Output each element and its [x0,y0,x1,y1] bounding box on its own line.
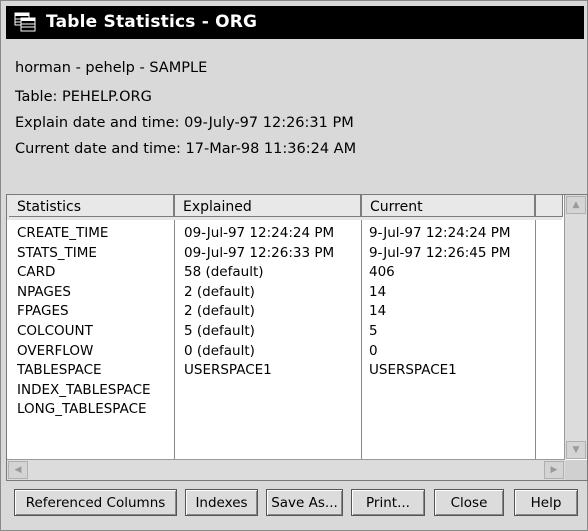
table-icon [14,12,36,32]
table-statistics-window: Table Statistics - ORG horman - pehelp -… [0,0,588,531]
column-header-explained[interactable]: Explained [175,195,362,217]
table-header: Statistics Explained Current [7,195,563,220]
close-button[interactable]: Close [434,489,504,516]
scrollbar-corner [565,460,587,480]
explained-value-cell: 2 (default) [184,303,255,320]
statistic-name-cell: COLCOUNT [17,323,93,339]
explained-value-cell: 58 (default) [184,264,264,281]
statistic-name-cell: TABLESPACE [17,362,102,379]
vertical-scrollbar[interactable]: ▲ ▼ [564,195,587,459]
explained-value-cell: 09-Jul-97 12:26:33 PM [184,244,335,261]
explained-value-cell: USERSPACE1 [184,362,272,379]
column-divider [174,220,175,459]
arrow-up-icon[interactable]: ▲ [566,196,586,214]
save-as-button[interactable]: Save As... [266,489,343,516]
current-value-cell: USERSPACE1 [369,362,457,379]
help-button[interactable]: Help [514,489,578,516]
statistic-name-cell: LONG_TABLESPACE [17,401,147,418]
current-value-cell: 14 [369,283,387,300]
statistic-name-cell: CREATE_TIME [17,225,109,241]
statistic-name-cell: CARD [17,264,56,281]
explained-value-cell: 5 (default) [184,323,255,339]
current-value-cell: 406 [369,264,395,281]
referenced-columns-button[interactable]: Referenced Columns [14,489,177,516]
print-button[interactable]: Print... [351,489,425,516]
column-divider [361,220,362,459]
explained-value-cell: 2 (default) [184,283,255,300]
statistic-name-cell: NPAGES [17,283,71,300]
arrow-left-icon[interactable]: ◀ [8,461,28,479]
table-name-label: Table: PEHELP.ORG [15,89,152,105]
explained-value-cell: 0 (default) [184,342,255,359]
statistic-name-cell: STATS_TIME [17,244,97,261]
title-bar[interactable]: Table Statistics - ORG [6,6,584,39]
horizontal-scrollbar[interactable]: ◀ ▶ [7,459,565,480]
current-value-cell: 9-Jul-97 12:26:45 PM [369,244,511,261]
arrow-down-icon[interactable]: ▼ [566,441,586,459]
explain-time-label: Explain date and time: 09-July-97 12:26:… [15,115,354,131]
explained-value-cell: 09-Jul-97 12:24:24 PM [184,225,335,241]
statistic-name-cell: INDEX_TABLESPACE [17,381,151,398]
current-value-cell: 9-Jul-97 12:24:24 PM [369,225,511,241]
column-header-filler [536,195,563,217]
current-time-label: Current date and time: 17-Mar-98 11:36:2… [15,141,357,157]
column-divider [535,220,536,459]
current-value-cell: 14 [369,303,387,320]
arrow-right-icon[interactable]: ▶ [544,461,564,479]
column-header-current[interactable]: Current [362,195,536,217]
statistic-name-cell: OVERFLOW [17,342,94,359]
current-value-cell: 0 [369,342,378,359]
indexes-button[interactable]: Indexes [185,489,258,516]
statistics-table[interactable]: Statistics Explained Current CREATE_TIME… [6,194,588,481]
column-header-statistics[interactable]: Statistics [9,195,175,217]
window-title: Table Statistics - ORG [46,12,258,32]
current-value-cell: 5 [369,323,378,339]
connection-label: horman - pehelp - SAMPLE [15,60,208,76]
statistic-name-cell: FPAGES [17,303,69,320]
